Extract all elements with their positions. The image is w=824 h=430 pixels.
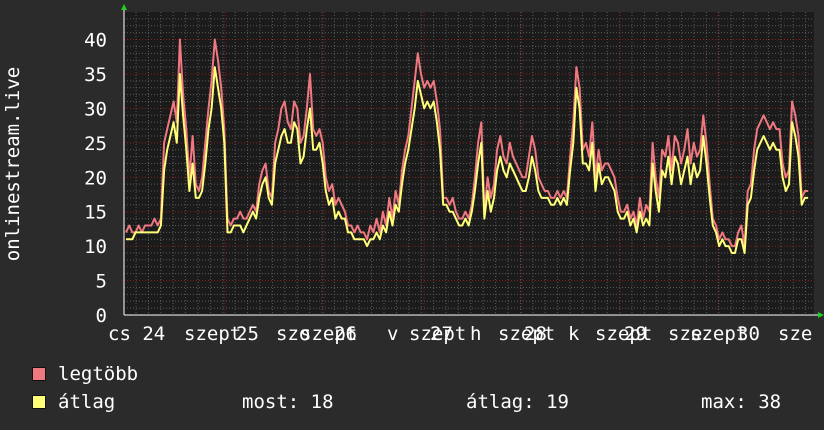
legend-item-max: legtöbb	[32, 363, 138, 385]
x-tick-label: cs 24	[108, 323, 165, 345]
line-chart: 0510152025303540 cs 24 szept25 szoszept26 v…	[2, 4, 824, 345]
legend-swatch-avg	[32, 395, 46, 409]
x-tick-label: 29	[624, 323, 647, 345]
y-tick-label: 5	[96, 271, 107, 293]
x-tick-label: sze	[778, 323, 812, 345]
x-tick-label: h	[470, 323, 481, 345]
stat-now: most: 18	[242, 391, 334, 413]
legend-label-max: legtöbb	[58, 363, 139, 385]
y-tick-label: 30	[84, 98, 107, 120]
y-tick-label: 20	[84, 167, 107, 189]
stat-max: max: 38	[701, 391, 782, 413]
y-axis-label: onlinestream.live	[2, 67, 24, 261]
x-tick-label: v	[387, 323, 398, 345]
x-tick-label: 25	[236, 323, 259, 345]
x-tick-label: 26	[334, 323, 357, 345]
y-tick-label: 25	[84, 133, 107, 155]
x-tick-label: 27	[430, 323, 453, 345]
x-axis-arrow	[818, 312, 824, 318]
y-tick-label: 40	[84, 30, 107, 52]
y-tick-labels: 0 5 10 15 20 25 30 35 40	[84, 30, 107, 327]
legend-item-avg: átlag	[32, 391, 115, 413]
y-tick-label: 15	[84, 202, 107, 224]
legend-label-avg: átlag	[58, 391, 116, 413]
stat-average: átlag: 19	[466, 391, 569, 413]
x-tick-labels: cs 24 szept25 szoszept26 v szept27 h szept28 k s…	[108, 323, 812, 345]
y-axis-arrow	[121, 4, 127, 10]
x-tick-label: k	[568, 323, 580, 345]
x-tick-label: 30	[737, 323, 760, 345]
y-tick-label: 10	[84, 236, 107, 258]
y-tick-label: 35	[84, 64, 107, 86]
legend-swatch-max	[32, 367, 46, 381]
x-tick-label: szept	[184, 323, 241, 345]
x-tick-label: 28	[524, 323, 547, 345]
y-tick-label: 0	[96, 305, 107, 327]
